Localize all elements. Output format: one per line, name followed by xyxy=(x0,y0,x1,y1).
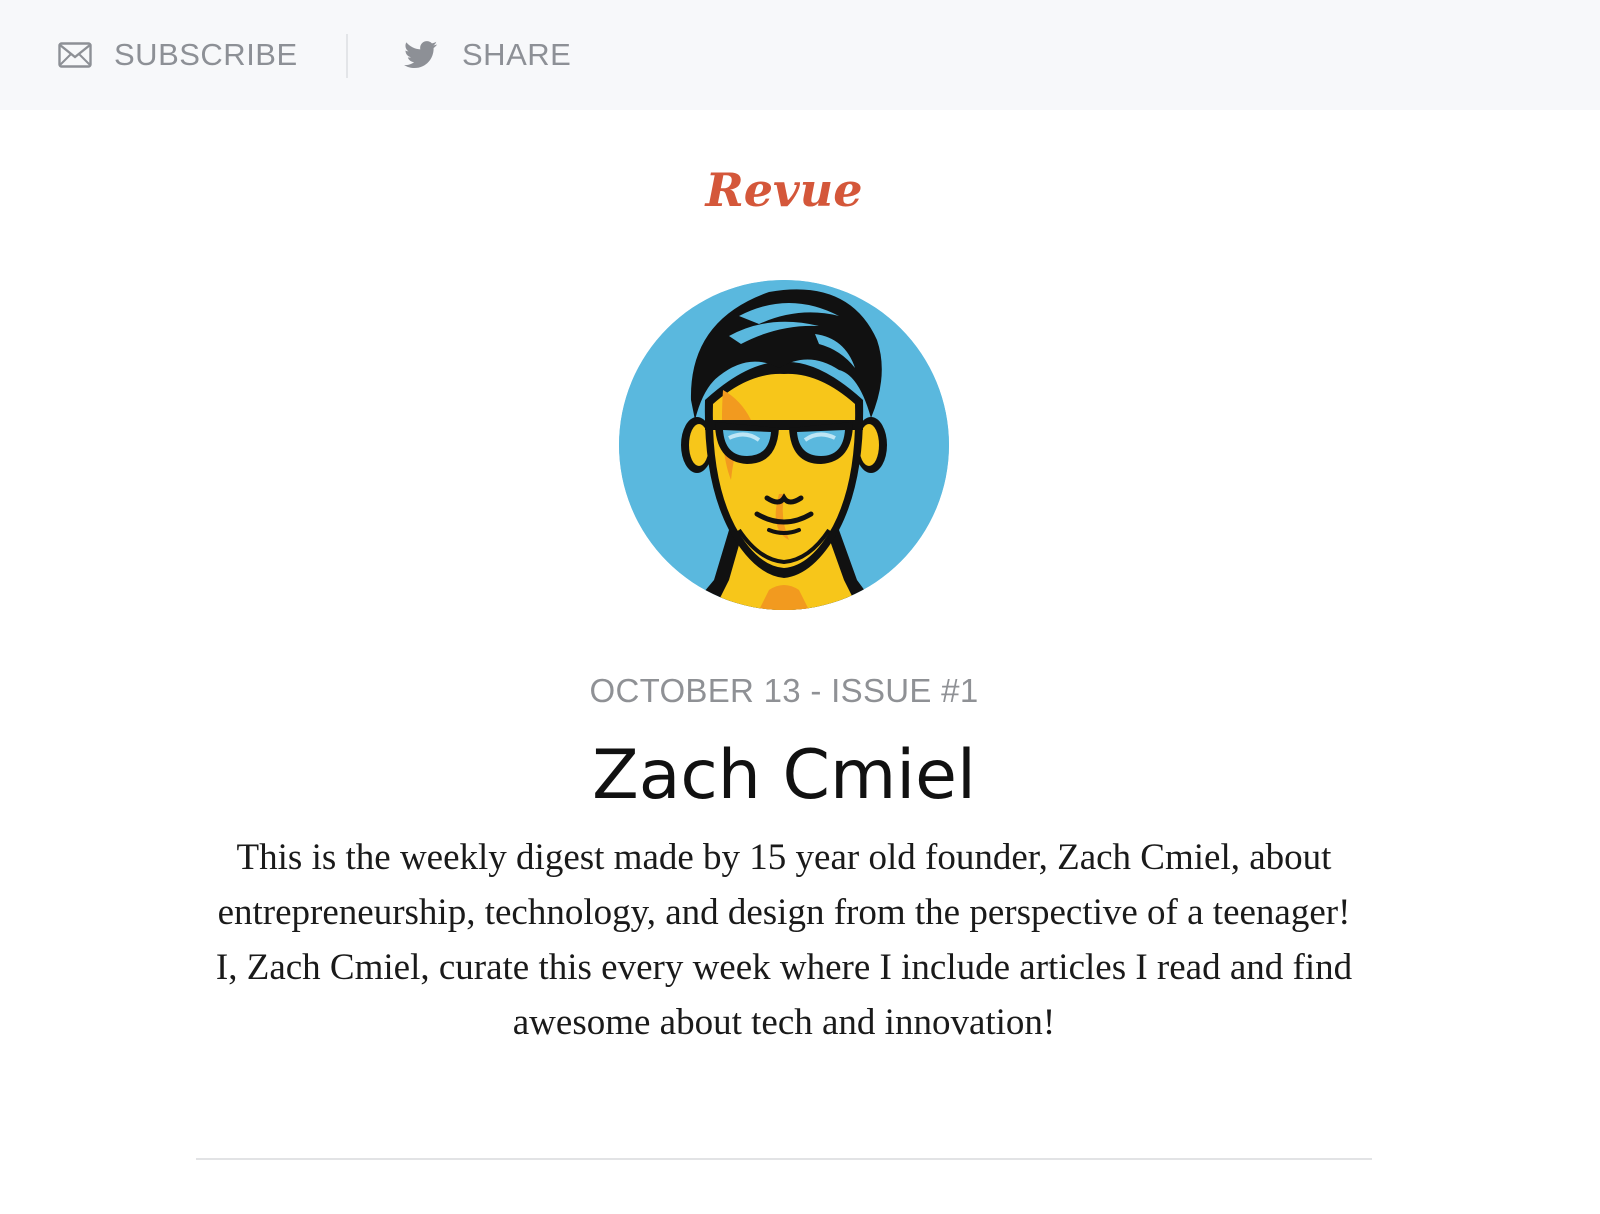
logo-text: Revue xyxy=(704,163,863,217)
content-divider xyxy=(196,1158,1372,1160)
share-button[interactable]: SHARE xyxy=(404,0,571,110)
envelope-icon xyxy=(58,42,92,68)
avatar xyxy=(619,280,949,610)
issue-meta: OCTOBER 13 - ISSUE #1 xyxy=(589,672,979,709)
top-bar: SUBSCRIBE SHARE xyxy=(0,0,1600,110)
revue-logo[interactable]: Revue xyxy=(0,148,1568,234)
subscribe-button[interactable]: SUBSCRIBE xyxy=(58,0,298,110)
twitter-bird-icon xyxy=(404,41,438,69)
share-label: SHARE xyxy=(462,37,572,72)
subscribe-label: SUBSCRIBE xyxy=(114,37,298,72)
topbar-divider xyxy=(346,34,348,78)
author-name: Zach Cmiel xyxy=(592,736,976,815)
issue-description: This is the weekly digest made by 15 yea… xyxy=(215,837,1353,1043)
